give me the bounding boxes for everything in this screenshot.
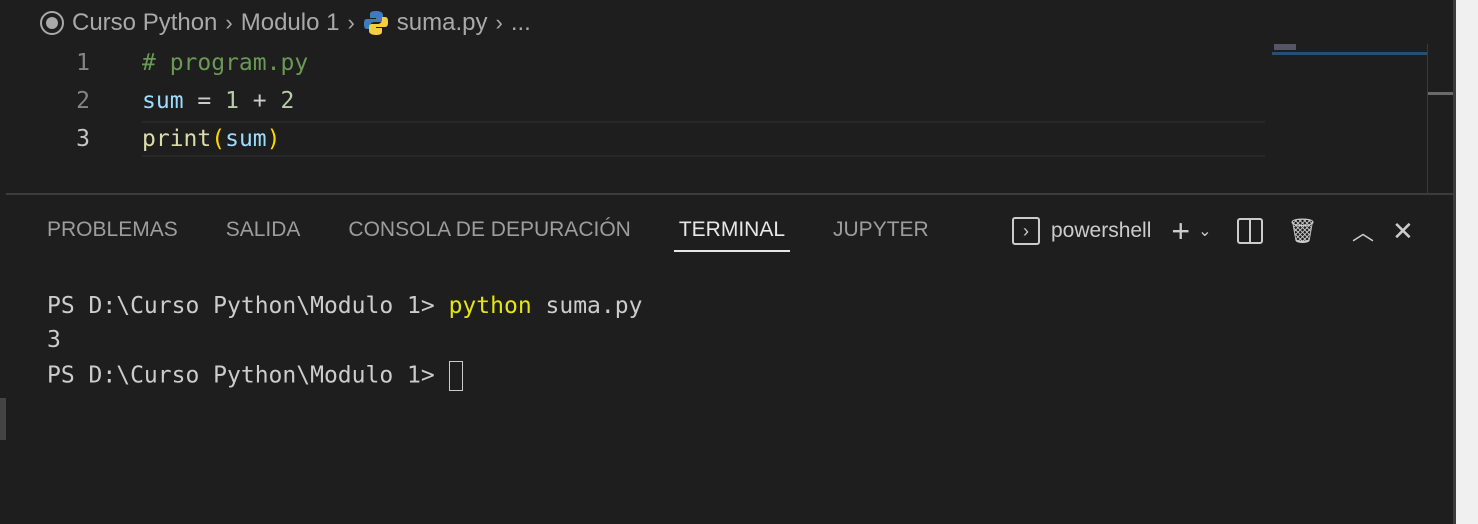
chevron-down-icon[interactable]: ⌄	[1198, 221, 1211, 241]
tab-problemas[interactable]: PROBLEMAS	[47, 218, 178, 252]
breadcrumb-item[interactable]: Modulo 1	[241, 9, 340, 37]
code-function: print	[142, 126, 212, 152]
chevron-right-icon: ›	[495, 10, 503, 35]
code-operator: +	[238, 88, 281, 114]
code-number: 2	[280, 88, 295, 114]
panel-actions: › powershell + ⌄ 🗑 ︿ ✕	[1012, 213, 1414, 249]
code-paren: )	[266, 126, 281, 152]
left-edge-marker	[0, 398, 6, 440]
terminal-prompt: PS D:\Curso Python\Modulo 1>	[47, 293, 449, 319]
tab-terminal[interactable]: TERMINAL	[673, 218, 791, 252]
minimap[interactable]	[1272, 42, 1427, 56]
close-icon[interactable]: ✕	[1392, 216, 1414, 247]
tab-consola-depuracion[interactable]: CONSOLA DE DEPURACIÓN	[348, 218, 630, 252]
trash-icon[interactable]: 🗑	[1287, 217, 1317, 246]
terminal-command: python	[448, 293, 532, 319]
breadcrumb: Curso Python › Modulo 1 › suma.py › ...	[40, 8, 531, 38]
terminal-line: PS D:\Curso Python\Modulo 1> python suma…	[47, 293, 642, 319]
breadcrumb-item[interactable]: suma.py	[397, 9, 488, 37]
current-line-highlight	[142, 121, 1265, 157]
breadcrumb-item[interactable]: Curso Python	[72, 9, 217, 37]
background-area	[1456, 0, 1478, 524]
code-line: print(sum)	[142, 126, 281, 152]
code-number: 1	[225, 88, 239, 114]
terminal-args: suma.py	[531, 293, 643, 319]
code-operator: =	[183, 88, 226, 114]
terminal-cursor	[448, 361, 463, 391]
chevron-right-icon: ›	[225, 10, 233, 35]
terminal-icon: ›	[1012, 217, 1040, 245]
line-number: 1	[76, 50, 90, 76]
code-line: sum = 1 + 2	[142, 88, 294, 114]
tab-salida[interactable]: SALIDA	[226, 218, 301, 252]
vertical-scrollbar[interactable]	[1427, 44, 1428, 194]
code-variable: sum	[142, 88, 184, 114]
circle-dot-icon	[40, 11, 64, 35]
shell-selector[interactable]: powershell	[1051, 219, 1151, 243]
chevron-up-icon[interactable]: ︿	[1352, 215, 1374, 247]
python-icon	[363, 11, 388, 35]
line-number: 2	[76, 88, 90, 114]
code-paren: (	[211, 126, 226, 152]
terminal-output: 3	[47, 327, 61, 353]
terminal-prompt: PS D:\Curso Python\Modulo 1>	[47, 362, 449, 389]
panel-tabs: PROBLEMAS SALIDA CONSOLA DE DEPURACIÓN T…	[47, 218, 929, 252]
code-comment: # program.py	[142, 50, 309, 76]
terminal-line[interactable]: PS D:\Curso Python\Modulo 1>	[47, 361, 463, 391]
split-terminal-icon[interactable]	[1237, 218, 1264, 244]
scrollbar-thumb[interactable]	[1428, 92, 1454, 95]
plus-icon[interactable]: +	[1171, 213, 1190, 250]
chevron-right-icon: ›	[347, 10, 355, 35]
tab-jupyter[interactable]: JUPYTER	[833, 218, 929, 252]
line-number: 3	[76, 126, 90, 152]
panel-divider[interactable]	[6, 193, 1454, 195]
breadcrumb-item[interactable]: ...	[511, 9, 531, 37]
code-variable: sum	[225, 126, 267, 152]
